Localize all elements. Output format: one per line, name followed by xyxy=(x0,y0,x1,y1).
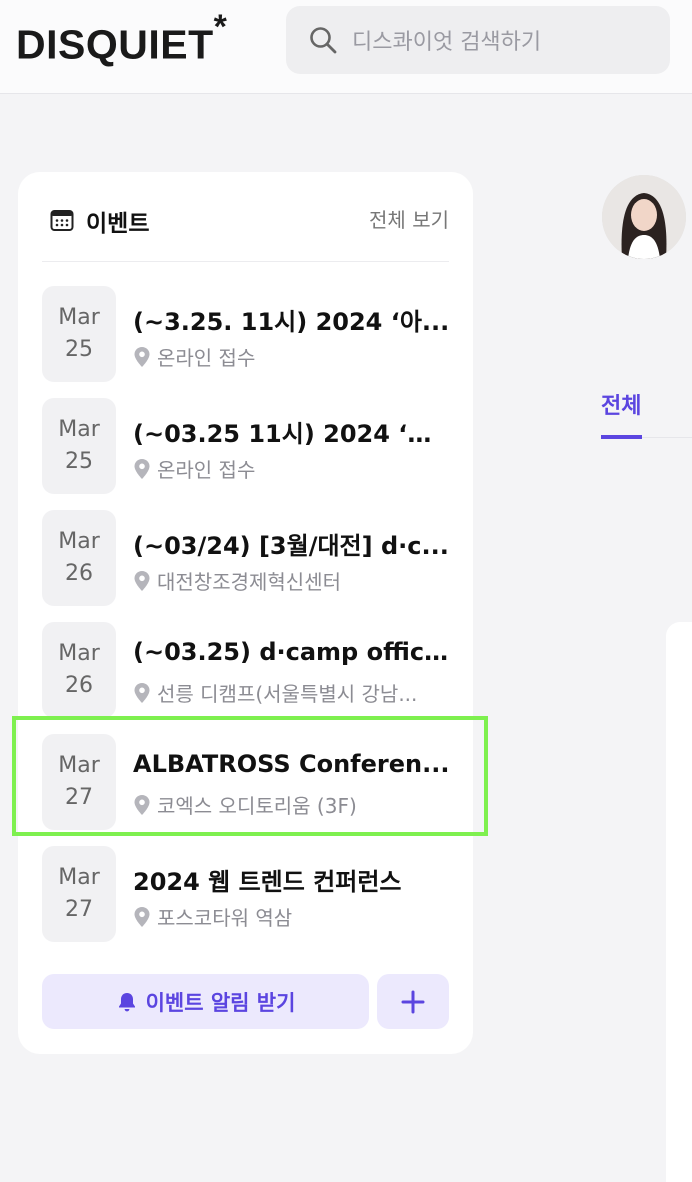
event-item[interactable]: Mar 25 (~03.25 11시) 2024 ‘아... 온라인 접수 xyxy=(42,398,450,496)
event-title[interactable]: ALBATROSS Conferen... xyxy=(133,750,450,778)
event-month: Mar xyxy=(58,865,100,890)
event-date: Mar 26 xyxy=(42,510,116,606)
event-item[interactable]: Mar 25 (~3.25. 11시) 2024 ‘아... 온라인 접수 xyxy=(42,286,450,384)
event-item[interactable]: Mar 27 2024 웹 트렌드 컨퍼런스 포스코타워 역삼 xyxy=(42,846,450,944)
calendar-icon xyxy=(50,210,74,231)
location-pin-icon xyxy=(134,458,150,479)
view-all-link[interactable]: 전체 보기 xyxy=(369,204,449,233)
event-date: Mar 27 xyxy=(42,734,116,830)
event-item[interactable]: Mar 26 (~03/24) [3월/대전] d·c... 대전창조경제혁신센… xyxy=(42,510,450,608)
event-day: 27 xyxy=(65,897,93,922)
events-title: 이벤트 xyxy=(86,211,150,237)
event-month: Mar xyxy=(58,417,100,442)
content-panel xyxy=(666,622,692,1182)
bell-icon xyxy=(118,992,135,1011)
events-card-header: 이벤트 전체 보기 xyxy=(42,202,449,262)
event-location: 대전창조경제혁신센터 xyxy=(133,566,450,595)
event-day: 26 xyxy=(65,561,93,586)
event-item[interactable]: Mar 26 (~03.25) d·camp office... 선릉 디캠프(… xyxy=(42,622,450,720)
event-date: Mar 26 xyxy=(42,622,116,718)
event-location: 포스코타워 역삼 xyxy=(133,902,450,931)
event-location-text: 포스코타워 역삼 xyxy=(157,906,293,930)
event-title[interactable]: (~03.25 11시) 2024 ‘아... xyxy=(133,414,450,449)
search-bar[interactable]: 디스콰이엇 검색하기 xyxy=(286,6,670,74)
event-location-text: 대전창조경제혁신센터 xyxy=(157,570,341,594)
event-day: 26 xyxy=(65,673,93,698)
event-location-text: 온라인 접수 xyxy=(157,458,256,482)
event-date: Mar 25 xyxy=(42,398,116,494)
event-month: Mar xyxy=(58,305,100,330)
search-icon xyxy=(310,27,337,54)
plus-icon xyxy=(401,990,425,1013)
location-pin-icon xyxy=(134,346,150,367)
tab-all[interactable]: 전체 xyxy=(601,388,641,420)
location-pin-icon xyxy=(134,906,150,927)
event-location: 온라인 접수 xyxy=(133,454,450,483)
event-location-text: 코엑스 오디토리움 (3F) xyxy=(157,794,357,818)
event-day: 25 xyxy=(65,337,93,362)
event-location: 온라인 접수 xyxy=(133,342,450,371)
location-pin-icon xyxy=(134,570,150,591)
event-location-text: 선릉 디캠프(서울특별시 강남... xyxy=(157,682,418,706)
event-title[interactable]: 2024 웹 트렌드 컨퍼런스 xyxy=(133,862,450,897)
event-title[interactable]: (~03.25) d·camp office... xyxy=(133,638,450,666)
event-location-text: 온라인 접수 xyxy=(157,346,256,370)
event-day: 25 xyxy=(65,449,93,474)
events-card: 이벤트 전체 보기 Mar 25 (~3.25. 11시) 2024 ‘아...… xyxy=(18,172,473,1054)
top-header: DISQUIET* 디스콰이엇 검색하기 xyxy=(0,0,692,94)
location-pin-icon xyxy=(134,794,150,815)
event-notify-button[interactable]: 이벤트 알림 받기 xyxy=(42,974,369,1029)
event-title[interactable]: (~03/24) [3월/대전] d·c... xyxy=(133,526,450,561)
event-title[interactable]: (~3.25. 11시) 2024 ‘아... xyxy=(133,302,450,337)
event-day: 27 xyxy=(65,785,93,810)
event-date: Mar 27 xyxy=(42,846,116,942)
disquiet-logo[interactable]: DISQUIET* xyxy=(16,8,227,69)
add-event-button[interactable] xyxy=(377,974,449,1029)
event-month: Mar xyxy=(58,753,100,778)
event-month: Mar xyxy=(58,641,100,666)
profile-avatar[interactable] xyxy=(602,175,686,259)
active-tab-indicator xyxy=(601,435,642,439)
event-item[interactable]: Mar 27 ALBATROSS Conferen... 코엑스 오디토리움 (… xyxy=(42,734,450,832)
event-location: 선릉 디캠프(서울특별시 강남... xyxy=(133,678,450,707)
event-date: Mar 25 xyxy=(42,286,116,382)
event-notify-label: 이벤트 알림 받기 xyxy=(145,990,296,1015)
profile-photo xyxy=(602,175,686,259)
location-pin-icon xyxy=(134,682,150,703)
event-month: Mar xyxy=(58,529,100,554)
event-location: 코엑스 오디토리움 (3F) xyxy=(133,790,450,819)
search-placeholder[interactable]: 디스콰이엇 검색하기 xyxy=(352,24,541,56)
